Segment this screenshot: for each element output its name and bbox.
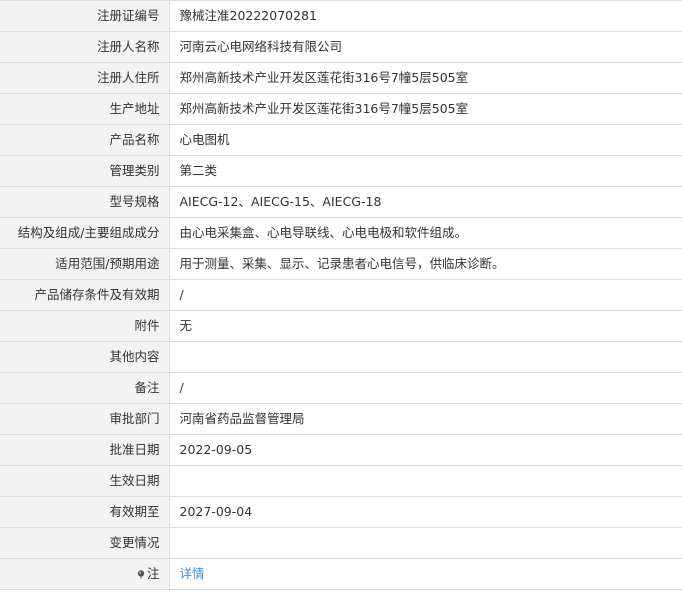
row-production-address: 生产地址 郑州高新技术产业开发区莲花街316号7幢5层505室 <box>0 93 682 125</box>
row-label: 产品储存条件及有效期 <box>0 279 170 311</box>
row-effective-date: 生效日期 <box>0 465 682 497</box>
row-label: 注册人名称 <box>0 31 170 63</box>
row-label: 注册证编号 <box>0 0 170 32</box>
row-approval-date: 批准日期 2022-09-05 <box>0 434 682 466</box>
row-value <box>169 465 682 497</box>
row-registrant-address: 注册人住所 郑州高新技术产业开发区莲花街316号7幢5层505室 <box>0 62 682 94</box>
row-label: 生效日期 <box>0 465 170 497</box>
row-label: 生产地址 <box>0 93 170 125</box>
row-value: 第二类 <box>169 155 682 187</box>
row-value <box>169 527 682 559</box>
row-attachments: 附件 无 <box>0 310 682 342</box>
pin-icon <box>137 570 145 579</box>
note-label: 注 <box>146 566 160 581</box>
row-value: / <box>169 372 682 404</box>
row-remarks: 备注 / <box>0 372 682 404</box>
row-value: 郑州高新技术产业开发区莲花街316号7幢5层505室 <box>169 62 682 94</box>
row-label: 注册人住所 <box>0 62 170 94</box>
row-value: 心电图机 <box>169 124 682 156</box>
row-value: 河南省药品监督管理局 <box>169 403 682 435</box>
row-structure-composition: 结构及组成/主要组成成分 由心电采集盒、心电导联线、心电电极和软件组成。 <box>0 217 682 249</box>
row-label: 适用范围/预期用途 <box>0 248 170 280</box>
row-model-spec: 型号规格 AIECG-12、AIECG-15、AIECG-18 <box>0 186 682 218</box>
row-label: 其他内容 <box>0 341 170 373</box>
row-value: / <box>169 279 682 311</box>
row-registration-number: 注册证编号 豫械注准20222070281 <box>0 0 682 32</box>
row-label: 附件 <box>0 310 170 342</box>
row-value: AIECG-12、AIECG-15、AIECG-18 <box>169 186 682 218</box>
row-label: 备注 <box>0 372 170 404</box>
row-label: 型号规格 <box>0 186 170 218</box>
row-intended-use: 适用范围/预期用途 用于测量、采集、显示、记录患者心电信号，供临床诊断。 <box>0 248 682 280</box>
row-label: 批准日期 <box>0 434 170 466</box>
row-storage-validity: 产品储存条件及有效期 / <box>0 279 682 311</box>
row-value: 2022-09-05 <box>169 434 682 466</box>
row-note: 注 详情 <box>0 558 682 590</box>
details-link[interactable]: 详情 <box>180 566 205 581</box>
registration-info-table: 注册证编号 豫械注准20222070281 注册人名称 河南云心电网络科技有限公… <box>0 0 682 590</box>
row-value <box>169 341 682 373</box>
row-label: 有效期至 <box>0 496 170 528</box>
row-registrant-name: 注册人名称 河南云心电网络科技有限公司 <box>0 31 682 63</box>
row-value: 2027-09-04 <box>169 496 682 528</box>
row-valid-until: 有效期至 2027-09-04 <box>0 496 682 528</box>
row-product-name: 产品名称 心电图机 <box>0 124 682 156</box>
row-value: 郑州高新技术产业开发区莲花街316号7幢5层505室 <box>169 93 682 125</box>
row-change-history: 变更情况 <box>0 527 682 559</box>
row-value: 用于测量、采集、显示、记录患者心电信号，供临床诊断。 <box>169 248 682 280</box>
row-approval-department: 审批部门 河南省药品监督管理局 <box>0 403 682 435</box>
row-value: 由心电采集盒、心电导联线、心电电极和软件组成。 <box>169 217 682 249</box>
row-other-content: 其他内容 <box>0 341 682 373</box>
row-label: 注 <box>0 558 170 590</box>
row-label: 产品名称 <box>0 124 170 156</box>
row-label: 管理类别 <box>0 155 170 187</box>
row-value: 无 <box>169 310 682 342</box>
row-label: 审批部门 <box>0 403 170 435</box>
row-label: 结构及组成/主要组成成分 <box>0 217 170 249</box>
row-value: 豫械注准20222070281 <box>169 0 682 32</box>
row-label: 变更情况 <box>0 527 170 559</box>
row-management-category: 管理类别 第二类 <box>0 155 682 187</box>
row-value: 详情 <box>169 558 682 590</box>
row-value: 河南云心电网络科技有限公司 <box>169 31 682 63</box>
